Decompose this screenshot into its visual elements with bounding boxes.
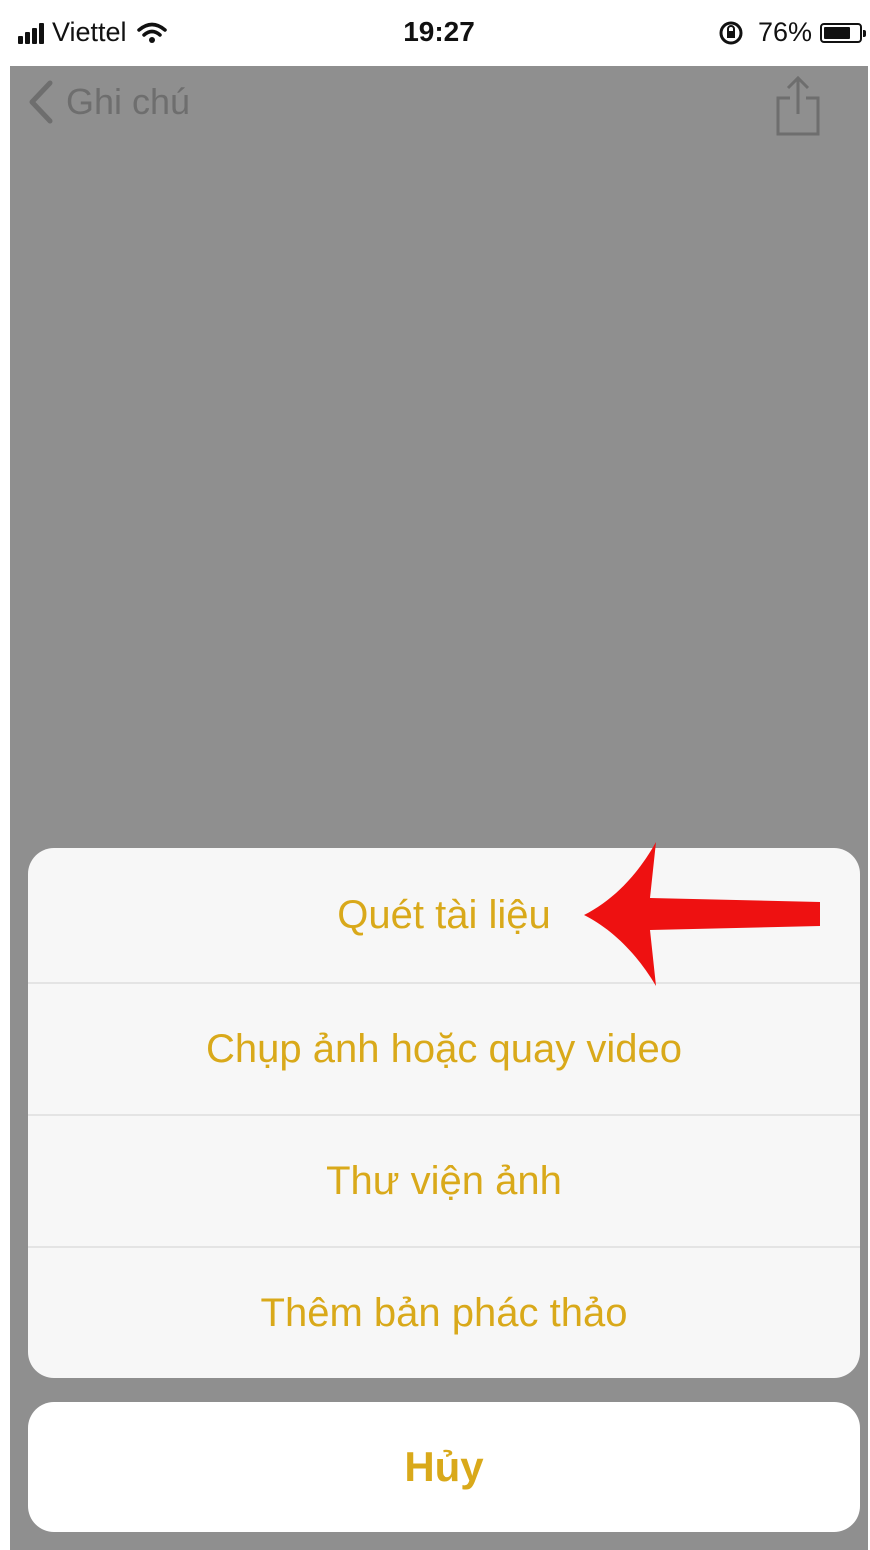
orientation-lock-icon [719, 21, 743, 44]
back-label: Ghi chú [66, 81, 191, 122]
phone-screen: Viettel 19:27 76% Ghi chú Quét tài liệu … [10, 0, 868, 1550]
battery-level [824, 26, 850, 39]
battery-icon [820, 22, 866, 43]
chevron-left-icon [29, 80, 53, 124]
photo-library-option[interactable]: Thư viện ảnh [28, 1114, 860, 1246]
red-arrow-annotation-icon [584, 842, 820, 986]
battery-percent: 76% [757, 17, 812, 47]
status-bar: Viettel 19:27 76% [10, 0, 868, 66]
nav-bar: Ghi chú [10, 66, 868, 146]
add-sketch-option[interactable]: Thêm bản phác thảo [28, 1246, 860, 1378]
take-photo-or-video-option[interactable]: Chụp ảnh hoặc quay video [28, 982, 860, 1114]
back-button[interactable]: Ghi chú [28, 80, 190, 124]
status-right: 76% [718, 17, 866, 48]
cancel-button[interactable]: Hủy [28, 1402, 860, 1532]
share-icon[interactable] [772, 74, 824, 138]
